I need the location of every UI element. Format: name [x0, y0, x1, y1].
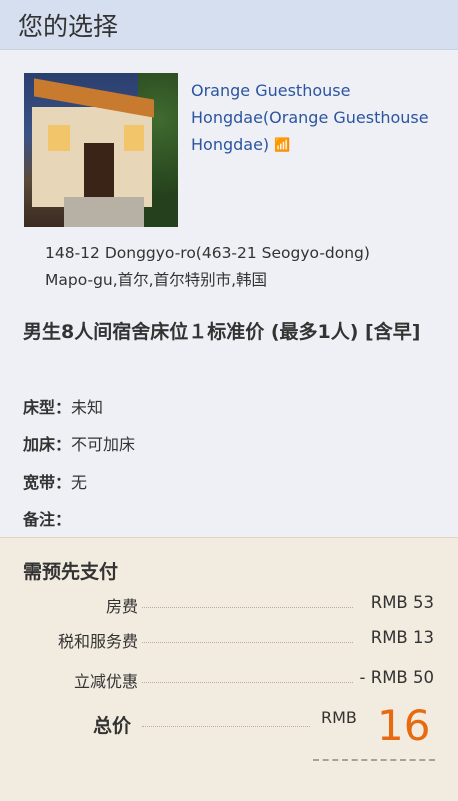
price-value: RMB 13	[366, 628, 434, 647]
detail-label: 床型：	[23, 398, 72, 417]
leader-dots	[142, 607, 353, 608]
hotel-name[interactable]: Orange Guesthouse Hongdae(Orange Guestho…	[191, 81, 429, 154]
price-row-tax: 税和服务费 RMB 13	[0, 628, 458, 658]
booking-summary-panel: 您的选择 Orange Guesthouse Hongdae(Orange Gu…	[0, 0, 458, 801]
room-title: 男生8人间宿舍床位１标准价 (最多1人) [含早]	[23, 321, 421, 343]
wifi-icon: 📶	[274, 138, 291, 153]
panel-title: 您的选择	[18, 11, 119, 41]
leader-dots	[142, 682, 353, 683]
hotel-name-link[interactable]: Orange Guesthouse Hongdae(Orange Guestho…	[191, 77, 441, 227]
address-line-2: Mapo-gu,首尔,首尔特别市,韩国	[45, 271, 268, 289]
total-amount: 16	[377, 701, 431, 750]
payment-section: 需预先支付 房费 RMB 53 税和服务费 RMB 13 立减优惠 - RMB …	[0, 537, 458, 801]
price-label: 立减优惠	[73, 672, 138, 691]
price-row-discount: 立减优惠 - RMB 50	[0, 668, 458, 698]
room-detail-notes: 备注：	[23, 506, 71, 530]
hotel-address: 148-12 Donggyo-ro(463-21 Seogyo-dong) Ma…	[45, 240, 445, 294]
total-underline	[313, 759, 435, 761]
room-detail-broadband: 宽带：无	[23, 469, 87, 493]
price-label: 税和服务费	[57, 632, 138, 651]
room-detail-bed-type: 床型：未知	[23, 394, 103, 418]
price-value: - RMB 50	[355, 668, 434, 687]
address-line-1: 148-12 Donggyo-ro(463-21 Seogyo-dong)	[45, 244, 370, 262]
hotel-card: Orange Guesthouse Hongdae(Orange Guestho…	[24, 73, 441, 227]
detail-value: 不可加床	[71, 435, 136, 454]
detail-label: 加床：	[23, 435, 72, 454]
hotel-photo[interactable]	[24, 73, 178, 227]
leader-dots	[142, 726, 310, 727]
price-value: RMB 53	[366, 593, 434, 612]
detail-value: 无	[71, 473, 88, 492]
total-currency: RMB	[321, 708, 357, 727]
detail-value: 未知	[71, 398, 104, 417]
price-row-room: 房费 RMB 53	[0, 593, 458, 623]
price-label: 房费	[105, 597, 138, 616]
total-label: 总价	[93, 715, 132, 737]
detail-label: 备注：	[23, 510, 72, 529]
leader-dots	[142, 642, 353, 643]
panel-header: 您的选择	[0, 0, 458, 50]
room-detail-extra-bed: 加床：不可加床	[23, 431, 135, 455]
payment-title: 需预先支付	[23, 561, 119, 583]
detail-label: 宽带：	[23, 473, 72, 492]
